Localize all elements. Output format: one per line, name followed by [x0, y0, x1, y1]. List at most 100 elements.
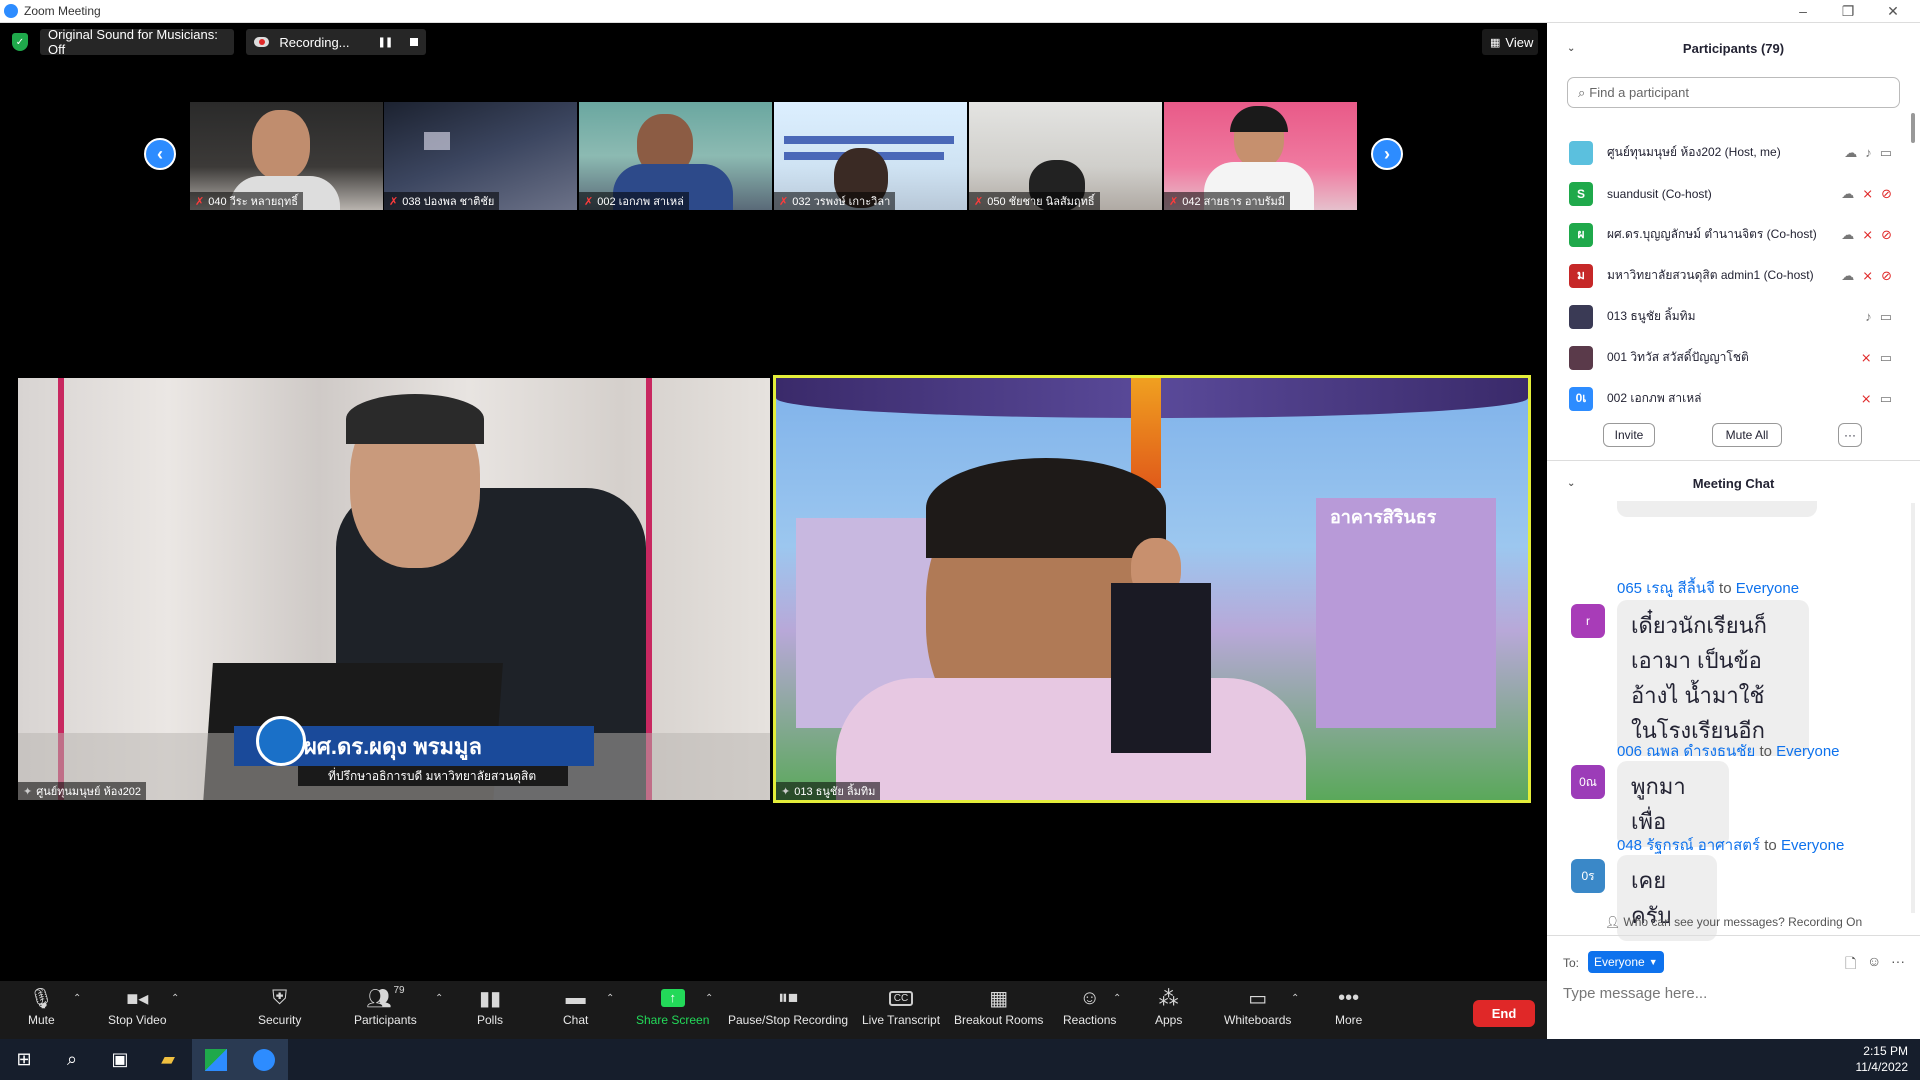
video-camera-icon[interactable]: ▭ [1880, 145, 1892, 161]
search-icon[interactable]: ⌕ [48, 1039, 96, 1080]
participant-row[interactable]: 001 วิทวัส สวัสดิ์ปัญญาโชติ ⨯ ▭ [1547, 337, 1920, 378]
security-button[interactable]: ⛨ Security [258, 985, 302, 1028]
zoom-app-icon[interactable] [240, 1039, 288, 1080]
search-icon: ⌕ [1578, 84, 1586, 100]
participants-button[interactable]: 👥︎ 79 Participants [354, 985, 417, 1027]
close-icon[interactable]: ✕ [1878, 3, 1908, 20]
collapse-chevron-icon[interactable]: ⌄ [1567, 478, 1575, 489]
stop-icon[interactable] [410, 38, 418, 46]
apps-label: Apps [1155, 1013, 1183, 1027]
collapse-chevron-icon[interactable]: ⌄ [1567, 43, 1575, 54]
microphone-icon[interactable]: ♪ [1865, 145, 1872, 161]
participants-options-caret-icon[interactable]: ⌃ [435, 993, 443, 1004]
share-screen-button[interactable]: ↑ Share Screen [636, 985, 709, 1027]
participant-row[interactable]: ศูนย์ทุนมนุษย์ ห้อง202 (Host, me) ☁ ♪ ▭ [1547, 132, 1920, 173]
file-icon[interactable]: 🗋︎ [1845, 953, 1856, 977]
thumbnail-name-tag: ✗ 002 เอกภพ สาเหล่ [579, 192, 689, 210]
chat-sender-name[interactable]: 048 รัฐกรณ์ อาศาสตร์ [1617, 837, 1760, 854]
chat-sender-name[interactable]: 065 เรณู สีลื้นจี [1617, 580, 1715, 597]
recipient-select[interactable]: Everyone ▼ [1588, 951, 1664, 973]
participant-thumbnail[interactable]: ✗ 050 ชัยชาย นิลสัมฤทธิ์ [969, 102, 1162, 210]
privacy-notice[interactable]: 👤︎ Who can see your messages? Recording … [1547, 915, 1920, 929]
video-off-icon[interactable]: ⊘ [1881, 227, 1892, 243]
apps-button[interactable]: ⁂ Apps [1155, 985, 1183, 1028]
participant-row[interactable]: Ssuandusit (Co-host) ☁ ⨯ ⊘ [1547, 173, 1920, 214]
video-camera-icon[interactable]: ▭ [1880, 350, 1892, 366]
mute-all-button[interactable]: Mute All [1712, 423, 1782, 447]
windows-start-icon[interactable]: ⊞ [0, 1039, 48, 1080]
mic-muted-icon[interactable]: ⨯ [1861, 391, 1872, 407]
speaker-video-right[interactable]: อาคารสิรินธร ✦ 013 ธนูชัย ลิ้มทิม [773, 375, 1531, 803]
participant-row[interactable]: ม มหาวิทยาลัยสวนดุสิต admin1 (Co-host) ☁ ⨯ ⊘ [1547, 255, 1920, 296]
participant-row[interactable]: ผ ผศ.ดร.บุญญลักษม์ ตำนานจิตร (Co-host) ☁ ⨯ ⊘ [1547, 214, 1920, 255]
view-button[interactable]: ▦ View [1482, 29, 1538, 55]
stop-video-button[interactable]: ■◂ Stop Video [108, 985, 167, 1028]
chat-message-input[interactable]: Type message here... [1563, 985, 1707, 1002]
taskbar-clock[interactable]: 2:15 PM 11/4/2022 [1856, 1043, 1909, 1075]
recording-indicator: Recording... ❚❚ [246, 29, 426, 55]
previous-page-button[interactable]: ‹ [144, 138, 176, 170]
participants-icon: 👥︎ 79 [366, 985, 405, 1010]
task-view-icon[interactable]: ▣ [96, 1039, 144, 1080]
title-bar: Zoom Meeting – ❐ ✕ [0, 0, 1920, 23]
emoji-icon[interactable]: ☺ [1867, 953, 1881, 969]
reactions-options-caret-icon[interactable]: ⌃ [1113, 993, 1121, 1004]
chat-scrollbar[interactable] [1911, 503, 1915, 913]
chat-button[interactable]: ▬ Chat [563, 985, 588, 1028]
speaker-video-left[interactable]: ผศ.ดร.ผดุง พรมมูล ที่ปรึกษาอธิการบดี มหา… [18, 378, 770, 800]
video-camera-icon[interactable]: ▭ [1880, 391, 1892, 407]
chat-sender-name[interactable]: 006 ณพล ดำรงธนชัย [1617, 743, 1755, 760]
breakout-rooms-button[interactable]: ▦ Breakout Rooms [954, 985, 1043, 1028]
participant-search-input[interactable]: ⌕ Find a participant [1567, 77, 1900, 108]
original-sound-toggle[interactable]: Original Sound for Musicians: Off [40, 27, 234, 57]
recipient-value: Everyone [1594, 955, 1645, 969]
chat-options-caret-icon[interactable]: ⌃ [606, 993, 614, 1004]
video-off-icon[interactable]: ⊘ [1881, 268, 1892, 284]
video-name: 013 ธนูชัย ลิ้มทิม [794, 786, 876, 798]
invite-button[interactable]: Invite [1603, 423, 1655, 447]
participant-thumbnail[interactable]: ✗ 032 วรพงษ์ เกาะวิลา [774, 102, 967, 210]
shield-icon[interactable]: ✓ [12, 33, 28, 51]
security-label: Security [258, 1013, 302, 1027]
polls-button[interactable]: ▮▮ Polls [477, 985, 503, 1028]
share-options-caret-icon[interactable]: ⌃ [705, 993, 713, 1004]
more-options-button[interactable]: ··· [1838, 423, 1862, 447]
more-button[interactable]: ••• More [1335, 985, 1362, 1028]
participants-scrollbar[interactable] [1911, 113, 1915, 143]
live-transcript-button[interactable]: CC Live Transcript [862, 985, 940, 1027]
mic-muted-icon[interactable]: ⨯ [1862, 268, 1873, 284]
end-meeting-button[interactable]: End [1473, 1000, 1535, 1027]
participant-name: 002 เอกภพ สาเหล่ [1607, 391, 1702, 405]
participant-row[interactable]: 013 ธนูชัย ลิ้มทิม ♪ ▭ [1547, 296, 1920, 337]
whiteboards-options-caret-icon[interactable]: ⌃ [1291, 993, 1299, 1004]
video-camera-icon[interactable]: ▭ [1880, 309, 1892, 325]
video-name-tag: ✦ ศูนย์ทุนมนุษย์ ห้อง202 [18, 782, 147, 800]
chat-message-bubble[interactable]: เดี๋ยวนักเรียนก็เอามา เป็นข้ออ้างไ น้ำมา… [1617, 600, 1809, 756]
minimize-icon[interactable]: – [1788, 3, 1818, 19]
more-dots-icon[interactable]: ··· [1891, 953, 1905, 969]
video-options-caret-icon[interactable]: ⌃ [171, 993, 179, 1004]
pause-stop-recording-button[interactable]: ⏸︎⏹︎ Pause/Stop Recording [728, 985, 848, 1028]
audio-options-caret-icon[interactable]: ⌃ [73, 993, 81, 1004]
restore-icon[interactable]: ❐ [1833, 3, 1863, 20]
app-grid-icon[interactable] [192, 1039, 240, 1080]
participant-thumbnail[interactable]: ✗ 040 วีระ หลายฤทธิ์ [190, 102, 383, 210]
video-off-icon[interactable]: ⊘ [1881, 186, 1892, 202]
mic-muted-icon[interactable]: ⨯ [1862, 186, 1873, 202]
whiteboards-button[interactable]: ▭ Whiteboards [1224, 985, 1291, 1028]
participant-row[interactable]: 0เ 002 เอกภพ สาเหล่ ⨯ ▭ [1547, 378, 1920, 419]
mute-button[interactable]: 🎙︎ Mute [28, 985, 55, 1028]
next-page-button[interactable]: › [1371, 138, 1403, 170]
chat-sender-line: 048 รัฐกรณ์ อาศาสตร์ to Everyone [1617, 833, 1844, 857]
pause-icon[interactable]: ❚❚ [378, 37, 394, 48]
mic-muted-icon[interactable]: ⨯ [1861, 350, 1872, 366]
microphone-icon[interactable]: ♪ [1865, 309, 1872, 325]
participant-thumbnail[interactable]: ✗ 042 สายธาร อาบรัมมี [1164, 102, 1357, 210]
participant-thumbnail[interactable]: ✗ 038 ปองพล ชาติชัย [384, 102, 577, 210]
video-name-tag: ✦ 013 ธนูชัย ลิ้มทิม [776, 782, 881, 800]
video-name: ศูนย์ทุนมนุษย์ ห้อง202 [36, 786, 142, 798]
reactions-button[interactable]: ☺ Reactions [1063, 985, 1116, 1028]
file-explorer-icon[interactable]: ▰ [144, 1039, 192, 1080]
mic-muted-icon[interactable]: ⨯ [1862, 227, 1873, 243]
participant-thumbnail[interactable]: ✗ 002 เอกภพ สาเหล่ [579, 102, 772, 210]
